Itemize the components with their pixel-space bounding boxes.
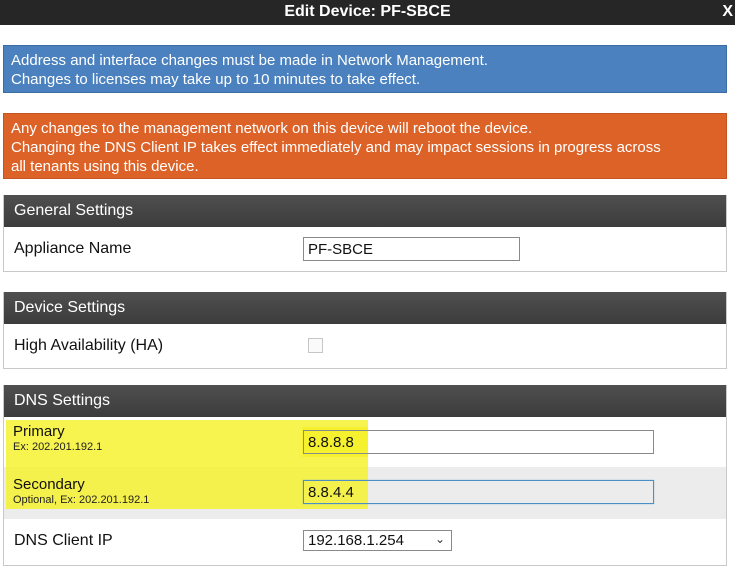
warning-alert: Any changes to the management network on…	[3, 113, 727, 179]
dns-secondary-label: Secondary	[13, 476, 85, 493]
ha-label: High Availability (HA)	[14, 337, 164, 354]
appliance-name-label: Appliance Name	[14, 240, 132, 257]
warning-alert-line-3: all tenants using this device.	[11, 158, 199, 175]
dialog-title: Edit Device: PF-SBCE	[284, 3, 451, 20]
close-button[interactable]: X	[722, 3, 733, 21]
dns-secondary-hint: Optional, Ex: 202.201.192.1	[13, 494, 150, 506]
general-settings-panel: General Settings Appliance Name	[3, 195, 727, 272]
info-alert: Address and interface changes must be ma…	[3, 45, 727, 93]
warning-alert-line-1: Any changes to the management network on…	[11, 120, 533, 137]
dns-client-ip-value: 192.168.1.254	[308, 532, 404, 549]
ha-row: High Availability (HA)	[4, 324, 726, 368]
dns-client-ip-select[interactable]: 192.168.1.254 ⌄	[303, 530, 452, 551]
chevron-down-icon: ⌄	[434, 532, 445, 546]
info-alert-line-2: Changes to licenses may take up to 10 mi…	[11, 71, 421, 88]
dns-primary-row: Primary Ex: 202.201.192.1	[4, 417, 726, 467]
dns-primary-input[interactable]	[303, 430, 654, 454]
dialog-title-bar: Edit Device: PF-SBCE X	[0, 0, 735, 25]
dns-client-ip-row: DNS Client IP 192.168.1.254 ⌄	[4, 519, 726, 565]
dns-primary-label: Primary	[13, 423, 65, 440]
dns-secondary-row: Secondary Optional, Ex: 202.201.192.1	[4, 467, 726, 519]
general-settings-header: General Settings	[4, 195, 726, 227]
device-settings-header: Device Settings	[4, 292, 726, 324]
appliance-name-input[interactable]	[303, 237, 520, 261]
dns-settings-panel: DNS Settings Primary Ex: 202.201.192.1 S…	[3, 385, 727, 566]
device-settings-panel: Device Settings High Availability (HA)	[3, 292, 727, 369]
ha-checkbox[interactable]	[308, 338, 323, 353]
dns-settings-header: DNS Settings	[4, 385, 726, 417]
info-alert-line-1: Address and interface changes must be ma…	[11, 52, 488, 69]
dialog-content: Address and interface changes must be ma…	[0, 25, 735, 577]
warning-alert-line-2: Changing the DNS Client IP takes effect …	[11, 139, 661, 156]
dns-secondary-input[interactable]	[303, 480, 654, 504]
dns-primary-hint: Ex: 202.201.192.1	[13, 441, 103, 453]
dns-client-ip-label: DNS Client IP	[14, 532, 113, 549]
appliance-name-row: Appliance Name	[4, 227, 726, 271]
